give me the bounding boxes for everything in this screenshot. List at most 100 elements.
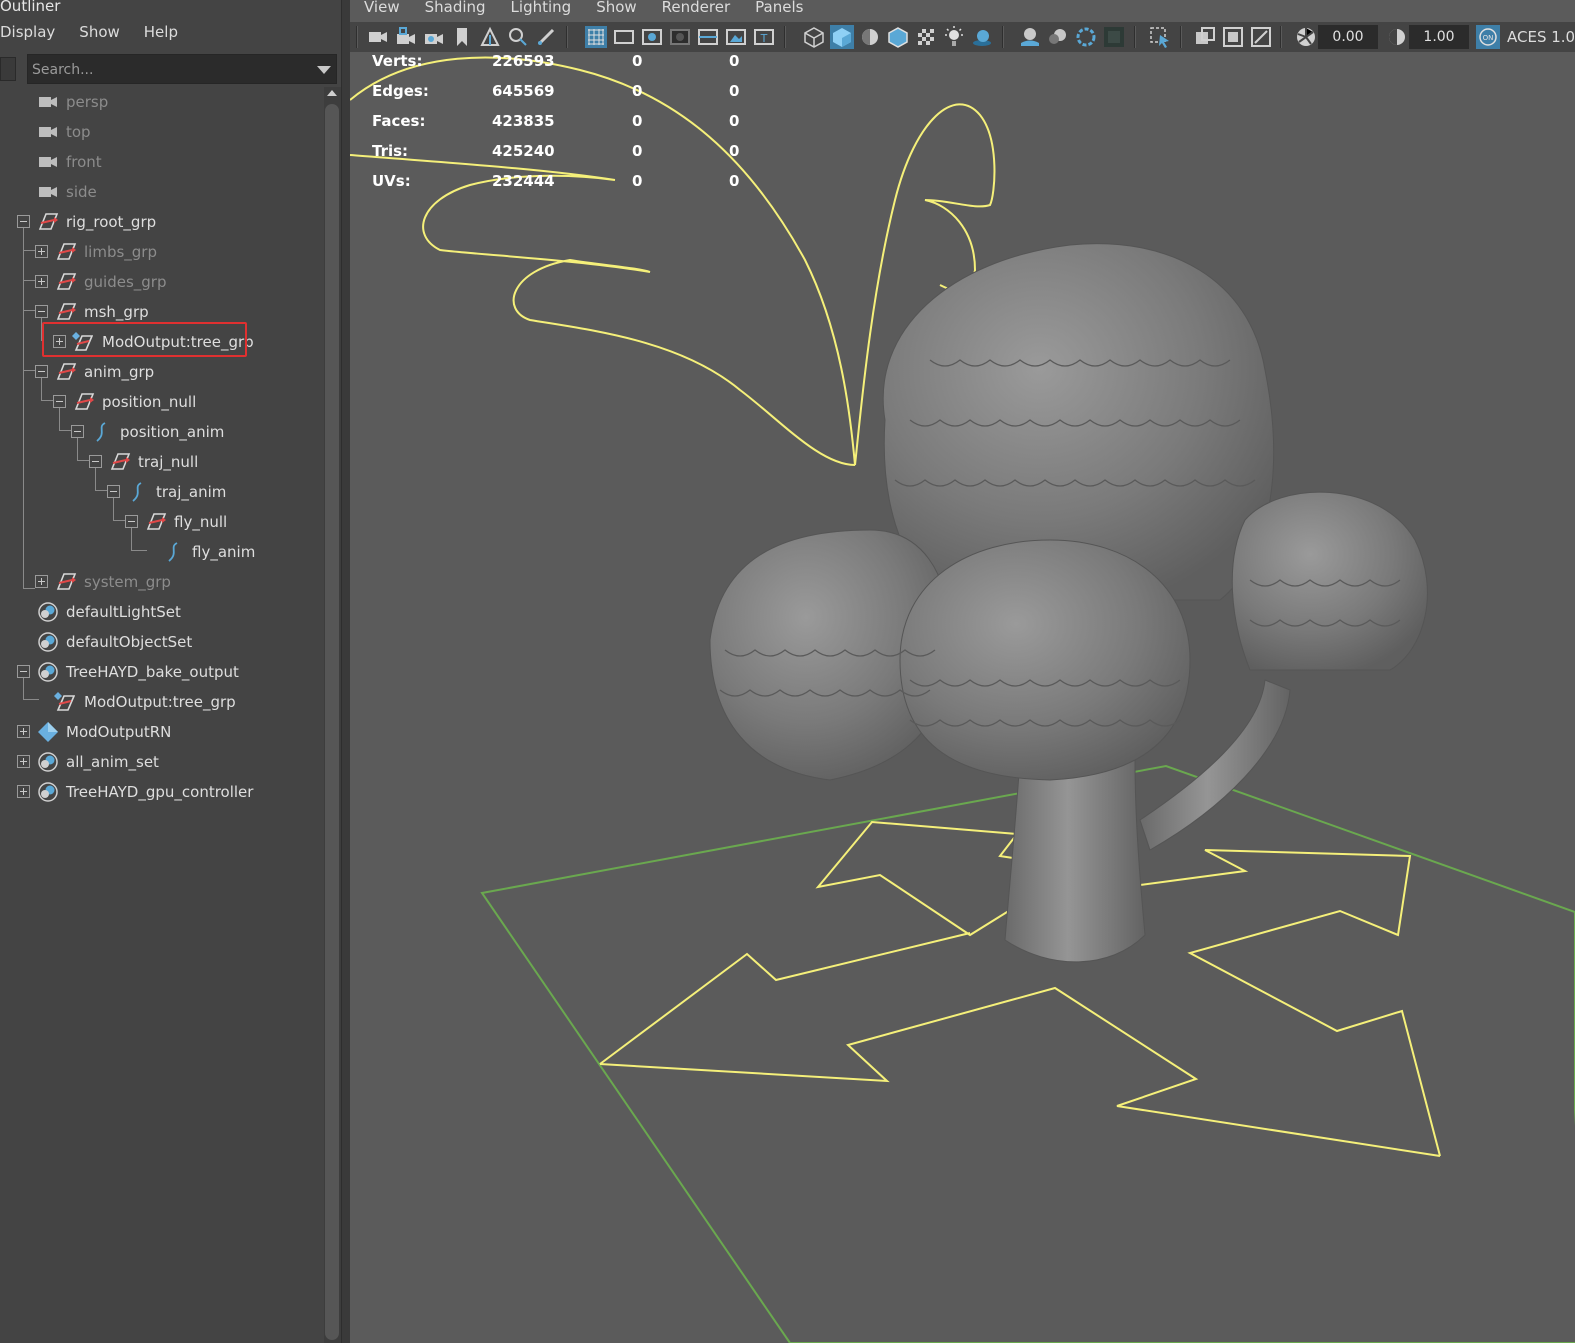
- collapse-toggle[interactable]: [107, 485, 120, 498]
- menu-help[interactable]: Help: [144, 18, 190, 48]
- collapse-toggle[interactable]: [35, 365, 48, 378]
- gate-mask-icon[interactable]: [668, 25, 692, 49]
- panel-splitter[interactable]: [341, 0, 350, 1343]
- viewport-3d[interactable]: View Shading Lighting Show Renderer Pane…: [350, 0, 1575, 1343]
- smooth-shade-icon[interactable]: [830, 25, 854, 49]
- collapse-toggle[interactable]: [89, 455, 102, 468]
- list-item[interactable]: defaultLightSet: [0, 597, 322, 627]
- expand-toggle[interactable]: [35, 575, 48, 588]
- collapse-toggle[interactable]: [35, 305, 48, 318]
- menu-renderer[interactable]: Renderer: [662, 0, 730, 18]
- collapse-toggle[interactable]: [17, 665, 30, 678]
- 2d-pan-zoom-icon[interactable]: [506, 25, 530, 49]
- expand-toggle[interactable]: [17, 785, 30, 798]
- menu-display[interactable]: Display: [0, 18, 67, 48]
- list-item[interactable]: side: [0, 177, 322, 207]
- collapse-toggle[interactable]: [17, 215, 30, 228]
- color-management-icon[interactable]: ON: [1476, 25, 1500, 49]
- search-options-toggle[interactable]: [0, 57, 16, 81]
- depth-of-field-icon[interactable]: [1102, 25, 1126, 49]
- menu-show[interactable]: Show: [596, 0, 636, 18]
- grease-pencil-icon[interactable]: [534, 25, 558, 49]
- expand-toggle[interactable]: [17, 725, 30, 738]
- hud-value: 645569: [492, 82, 555, 100]
- hud-value: 0: [632, 172, 643, 190]
- reference-node-icon: [38, 722, 58, 742]
- grid-icon[interactable]: [584, 25, 608, 49]
- safe-title-icon[interactable]: T: [752, 25, 776, 49]
- list-item[interactable]: TreeHAYD_gpu_controller: [0, 777, 322, 807]
- hud-value: 425240: [492, 142, 555, 160]
- list-item[interactable]: guides_grp: [0, 267, 322, 297]
- transform-icon: [56, 363, 77, 380]
- lock-camera-icon[interactable]: [394, 25, 418, 49]
- menu-lighting[interactable]: Lighting: [511, 0, 572, 18]
- resolution-gate-icon[interactable]: [640, 25, 664, 49]
- hud-label: Tris:: [372, 142, 409, 160]
- list-item[interactable]: TreeHAYD_bake_output: [0, 657, 322, 687]
- xray-icon[interactable]: [1193, 25, 1217, 49]
- outliner-scrollbar[interactable]: [324, 87, 341, 1343]
- menu-show[interactable]: Show: [79, 18, 131, 48]
- expand-toggle[interactable]: [35, 275, 48, 288]
- search-row: [0, 54, 340, 84]
- chevron-down-icon[interactable]: [317, 66, 331, 74]
- lights-icon[interactable]: [942, 25, 966, 49]
- camera-icon: [39, 97, 57, 107]
- list-item[interactable]: persp: [0, 87, 322, 117]
- list-item[interactable]: fly_anim: [0, 537, 322, 567]
- menu-shading[interactable]: Shading: [425, 0, 486, 18]
- list-item[interactable]: traj_null: [0, 447, 322, 477]
- wireframe-icon[interactable]: [802, 25, 826, 49]
- hud-value: 0: [632, 112, 643, 130]
- list-item[interactable]: defaultObjectSet: [0, 627, 322, 657]
- list-item[interactable]: ModOutput:tree_grp: [0, 687, 322, 717]
- color-space-label[interactable]: ACES 1.0: [1507, 25, 1575, 49]
- scrollbar-thumb[interactable]: [325, 104, 339, 1340]
- list-item[interactable]: ModOutputRN: [0, 717, 322, 747]
- collapse-toggle[interactable]: [125, 515, 138, 528]
- select-camera-icon[interactable]: [366, 25, 390, 49]
- collapse-toggle[interactable]: [71, 425, 84, 438]
- shadows-icon[interactable]: [970, 25, 994, 49]
- xray-joints-icon[interactable]: [1249, 25, 1273, 49]
- camera-attributes-icon[interactable]: [422, 25, 446, 49]
- xray-active-components-icon[interactable]: [1221, 25, 1245, 49]
- expand-toggle[interactable]: [35, 245, 48, 258]
- bookmark-icon[interactable]: [450, 25, 474, 49]
- list-item[interactable]: system_grp: [0, 567, 322, 597]
- menu-panels[interactable]: Panels: [755, 0, 803, 18]
- screen-space-ao-icon[interactable]: [1018, 25, 1042, 49]
- list-item[interactable]: front: [0, 147, 322, 177]
- gamma-icon[interactable]: [1385, 25, 1409, 49]
- anti-aliasing-icon[interactable]: [1074, 25, 1098, 49]
- list-item[interactable]: rig_root_grp: [0, 207, 322, 237]
- list-item[interactable]: traj_anim: [0, 477, 322, 507]
- list-item[interactable]: anim_grp: [0, 357, 322, 387]
- expand-toggle[interactable]: [17, 755, 30, 768]
- list-item[interactable]: position_anim: [0, 417, 322, 447]
- list-item[interactable]: position_null: [0, 387, 322, 417]
- search-input[interactable]: [32, 58, 302, 82]
- shaded-wireframe-icon[interactable]: [886, 25, 910, 49]
- safe-action-icon[interactable]: [724, 25, 748, 49]
- list-item[interactable]: top: [0, 117, 322, 147]
- scroll-up-arrow-icon[interactable]: [327, 90, 337, 96]
- list-item[interactable]: all_anim_set: [0, 747, 322, 777]
- hud-label: Verts:: [372, 52, 423, 70]
- exposure-field[interactable]: 0.00: [1318, 25, 1378, 49]
- menu-view[interactable]: View: [364, 0, 400, 18]
- motion-blur-icon[interactable]: [1046, 25, 1070, 49]
- film-gate-icon[interactable]: [612, 25, 636, 49]
- field-chart-icon[interactable]: [696, 25, 720, 49]
- image-plane-icon[interactable]: [478, 25, 502, 49]
- isolate-select-icon[interactable]: [1148, 25, 1172, 49]
- exposure-icon[interactable]: [1294, 25, 1318, 49]
- item-label: persp: [66, 93, 109, 111]
- list-item[interactable]: limbs_grp: [0, 237, 322, 267]
- default-material-icon[interactable]: [858, 25, 882, 49]
- gamma-field[interactable]: 1.00: [1409, 25, 1469, 49]
- list-item[interactable]: fly_null: [0, 507, 322, 537]
- collapse-toggle[interactable]: [53, 395, 66, 408]
- textured-icon[interactable]: [914, 25, 938, 49]
